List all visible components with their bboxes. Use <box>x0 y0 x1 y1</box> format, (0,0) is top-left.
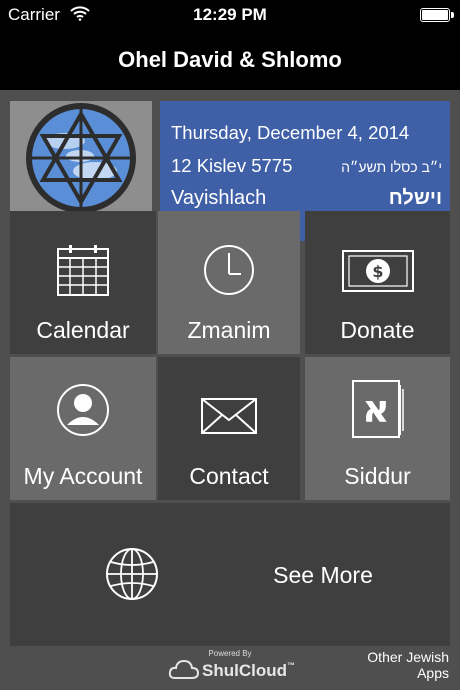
other-apps-line1: Other Jewish <box>367 649 449 665</box>
nav-bar: Ohel David & Shlomo <box>0 30 460 90</box>
zmanim-tile[interactable]: Zmanim <box>158 211 300 354</box>
dollar-bill-icon: $ <box>341 249 415 298</box>
clock-icon <box>202 243 256 302</box>
my-account-label: My Account <box>23 463 143 489</box>
aleph-glyph: א <box>362 387 390 431</box>
other-jewish-apps-link[interactable]: Other Jewish Apps <box>367 649 449 681</box>
svg-text:$: $ <box>372 262 383 281</box>
user-icon <box>56 383 110 442</box>
other-apps-line2: Apps <box>417 665 449 681</box>
shulcloud-brand: ShulCloud™ <box>202 661 295 680</box>
parsha-name-hebrew: וישלח <box>388 187 442 209</box>
calendar-icon <box>56 245 110 302</box>
contact-tile[interactable]: Contact <box>158 357 300 500</box>
siddur-label: Siddur <box>344 463 411 489</box>
donate-tile[interactable]: $ Donate <box>305 211 450 354</box>
zmanim-label: Zmanim <box>187 317 271 343</box>
cloud-icon <box>168 658 200 685</box>
synagogue-logo <box>10 101 152 215</box>
see-more-label: See More <box>273 562 373 588</box>
my-account-tile[interactable]: My Account <box>10 357 156 500</box>
calendar-label: Calendar <box>36 317 130 343</box>
siddur-tile[interactable]: א Siddur <box>305 357 450 500</box>
footer: Powered By ShulCloud™ Other Jewish Apps <box>0 646 460 690</box>
see-more-tile[interactable]: See More <box>10 503 450 646</box>
envelope-icon <box>200 397 258 440</box>
hebrew-date: 12 Kislev 5775 <box>171 155 293 176</box>
calendar-tile[interactable]: Calendar <box>10 211 156 354</box>
hebrew-date-hebrew: י״ב כסלו תשע״ה <box>341 159 442 175</box>
contact-label: Contact <box>189 463 269 489</box>
globe-icon <box>105 547 159 606</box>
status-bar: Carrier 12:29 PM <box>0 0 460 30</box>
aleph-book-icon: א <box>351 379 405 444</box>
page-title: Ohel David & Shlomo <box>118 47 342 72</box>
clock-time: 12:29 PM <box>193 5 267 24</box>
donate-label: Donate <box>340 317 415 343</box>
gregorian-date: Thursday, December 4, 2014 <box>171 122 410 143</box>
powered-by-label: Powered By <box>208 649 252 658</box>
parsha-name: Vayishlach <box>171 187 267 209</box>
battery-icon <box>420 8 454 22</box>
